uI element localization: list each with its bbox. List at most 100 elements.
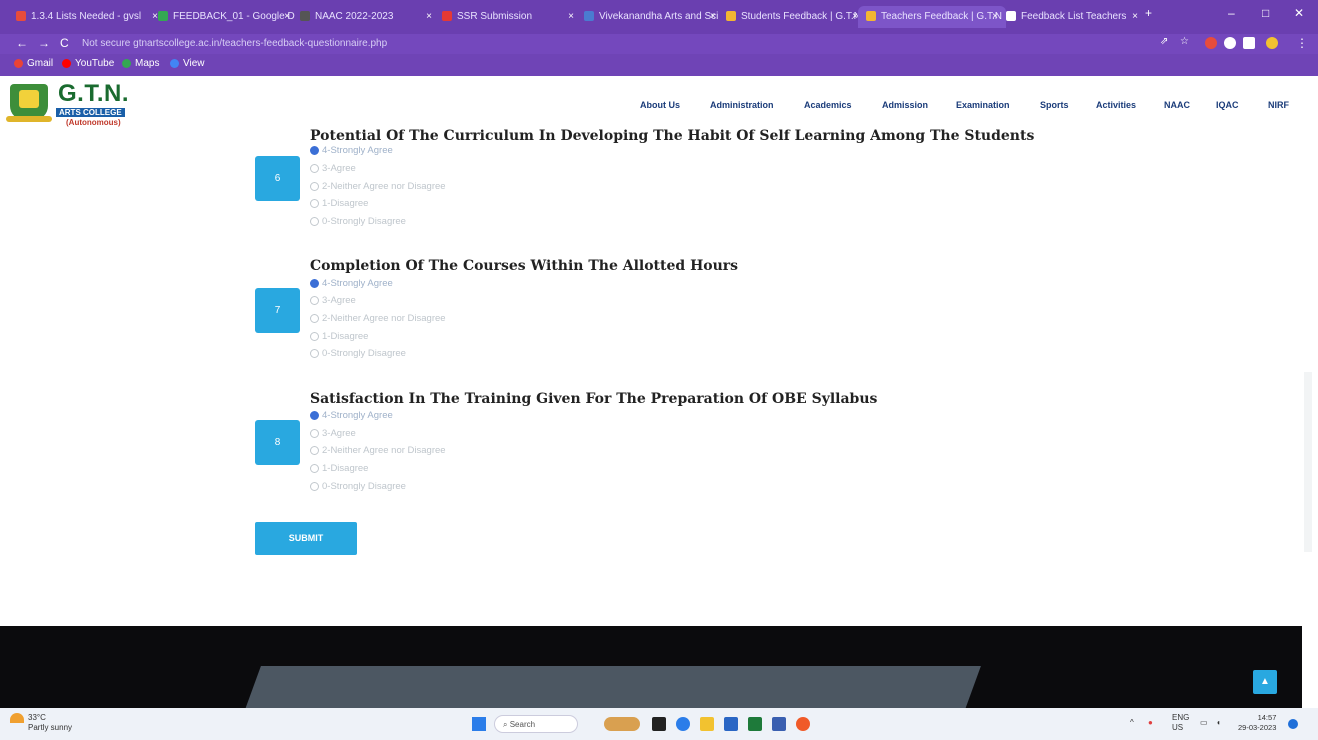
radio-option[interactable]: 3-Agree [310,428,356,439]
browser-tab[interactable]: Feedback List Teachers × [998,6,1146,28]
radio-icon[interactable] [310,463,319,473]
windows-start-icon[interactable] [472,717,486,731]
scroll-to-top-button[interactable]: ▲ [1253,670,1277,694]
nav-admission[interactable]: Admission [882,100,928,110]
browser-tab[interactable]: NAAC 2022-2023 × [292,6,440,28]
radio-selected-icon[interactable] [310,410,319,420]
radio-icon[interactable] [310,445,319,455]
radio-option[interactable]: 1-Disagree [310,198,368,209]
taskbar-search[interactable]: ⌕ Search [494,715,578,733]
minimize-icon[interactable]: – [1228,6,1235,20]
nav-nirf[interactable]: NIRF [1268,100,1289,110]
browser-tab[interactable]: Vivekanandha Arts and Sci × [576,6,724,28]
nav-administration[interactable]: Administration [710,100,774,110]
radio-option[interactable]: 1-Disagree [310,463,368,474]
radio-icon[interactable] [310,348,319,358]
maximize-icon[interactable]: □ [1262,6,1269,20]
star-icon[interactable]: ☆ [1180,36,1189,47]
file-explorer-icon[interactable] [700,717,714,731]
nav-sports[interactable]: Sports [1040,100,1069,110]
sidebar-icon[interactable] [1243,37,1255,49]
close-tab-icon[interactable]: × [710,6,716,28]
radio-icon[interactable] [310,295,319,305]
radio-option[interactable]: 0-Strongly Disagree [310,216,406,227]
radio-option[interactable]: 0-Strongly Disagree [310,481,406,492]
logo-title[interactable]: G.T.N. [58,80,129,108]
bookmark-maps[interactable]: Maps [122,58,159,69]
nav-academics[interactable]: Academics [804,100,852,110]
close-tab-icon[interactable]: × [1132,6,1138,28]
bookmark-youtube[interactable]: YouTube [62,58,114,69]
footer-graphic [239,666,981,708]
search-icon: ⌕ [503,720,510,729]
radio-option[interactable]: 4-Strongly Agree [310,278,393,289]
radio-option[interactable]: 4-Strongly Agree [310,410,393,421]
radio-icon[interactable] [310,181,319,191]
browser-tab-active[interactable]: Teachers Feedback | G.T.N × [858,6,1006,28]
browser-tab[interactable]: 1.3.4 Lists Needed - gvsl × [8,6,166,28]
college-emblem-icon[interactable] [10,84,48,120]
nav-naac[interactable]: NAAC [1164,100,1190,110]
chat-icon[interactable] [676,717,690,731]
ssr-favicon-icon [442,11,452,22]
url-field[interactable]: Not secure gtnartscollege.ac.in/teachers… [82,36,1122,52]
radio-option[interactable]: 2-Neither Agree nor Disagree [310,313,446,324]
language-indicator[interactable]: ENG US [1172,713,1189,733]
radio-icon[interactable] [310,428,319,438]
close-tab-icon[interactable]: × [284,6,290,28]
radio-icon[interactable] [310,331,319,341]
extension-icon[interactable] [1224,37,1236,49]
close-tab-icon[interactable]: × [426,6,432,28]
clock[interactable]: 14:57 29-03-2023 [1238,713,1276,733]
radio-icon[interactable] [310,198,319,208]
reload-icon[interactable]: C [60,36,69,50]
profile-avatar-icon[interactable] [1266,37,1278,49]
excel-icon[interactable] [748,717,762,731]
tray-app-icon[interactable]: ● [1148,718,1153,727]
radio-option[interactable]: 4-Strongly Agree [310,145,393,156]
radio-icon[interactable] [310,481,319,491]
radio-option[interactable]: 3-Agree [310,163,356,174]
volume-icon[interactable]: ◖ [1216,718,1221,727]
task-view-icon[interactable] [652,717,666,731]
radio-icon[interactable] [310,216,319,226]
radio-option[interactable]: 3-Agree [310,295,356,306]
radio-option[interactable]: 1-Disagree [310,331,368,342]
bookmark-gmail[interactable]: Gmail [14,58,53,69]
app-icon[interactable] [772,717,786,731]
radio-selected-icon[interactable] [310,145,319,155]
radio-option[interactable]: 0-Strongly Disagree [310,348,406,359]
notification-icon[interactable] [1288,719,1298,729]
close-tab-icon[interactable]: × [568,6,574,28]
submit-button[interactable]: SUBMIT [255,522,357,555]
tray-chevron-icon[interactable]: ^ [1130,718,1134,727]
weather-widget[interactable]: 33°C Partly sunny [10,713,72,732]
question-title: Satisfaction In The Training Given For T… [310,391,878,407]
radio-option[interactable]: 2-Neither Agree nor Disagree [310,445,446,456]
radio-icon[interactable] [310,313,319,323]
network-icon[interactable]: ▭ [1200,718,1208,727]
close-window-icon[interactable]: ✕ [1294,6,1304,20]
browser-tab[interactable]: SSR Submission × [434,6,582,28]
scrollbar[interactable] [1304,372,1312,552]
radio-selected-icon[interactable] [310,278,319,288]
radio-option[interactable]: 2-Neither Agree nor Disagree [310,181,446,192]
radio-icon[interactable] [310,163,319,173]
nav-activities[interactable]: Activities [1096,100,1136,110]
store-icon[interactable] [724,717,738,731]
bookmark-view[interactable]: View [170,58,205,69]
extension-icon[interactable] [1205,37,1217,49]
new-tab-icon[interactable]: + [1145,6,1152,20]
back-icon[interactable]: ← [16,36,28,50]
browser-tab[interactable]: FEEDBACK_01 - Google D × [150,6,298,28]
nav-iqac[interactable]: IQAC [1216,100,1239,110]
nav-about-us[interactable]: About Us [640,100,680,110]
nav-examination[interactable]: Examination [956,100,1010,110]
forward-icon[interactable]: → [38,36,50,50]
widget-car-icon[interactable] [604,717,640,731]
sun-icon [10,713,24,723]
menu-icon[interactable]: ⋮ [1296,36,1308,50]
share-icon[interactable]: ⇗ [1160,36,1168,47]
browser-tab[interactable]: Students Feedback | G.T.N × [718,6,866,28]
chrome-icon[interactable] [796,717,810,731]
